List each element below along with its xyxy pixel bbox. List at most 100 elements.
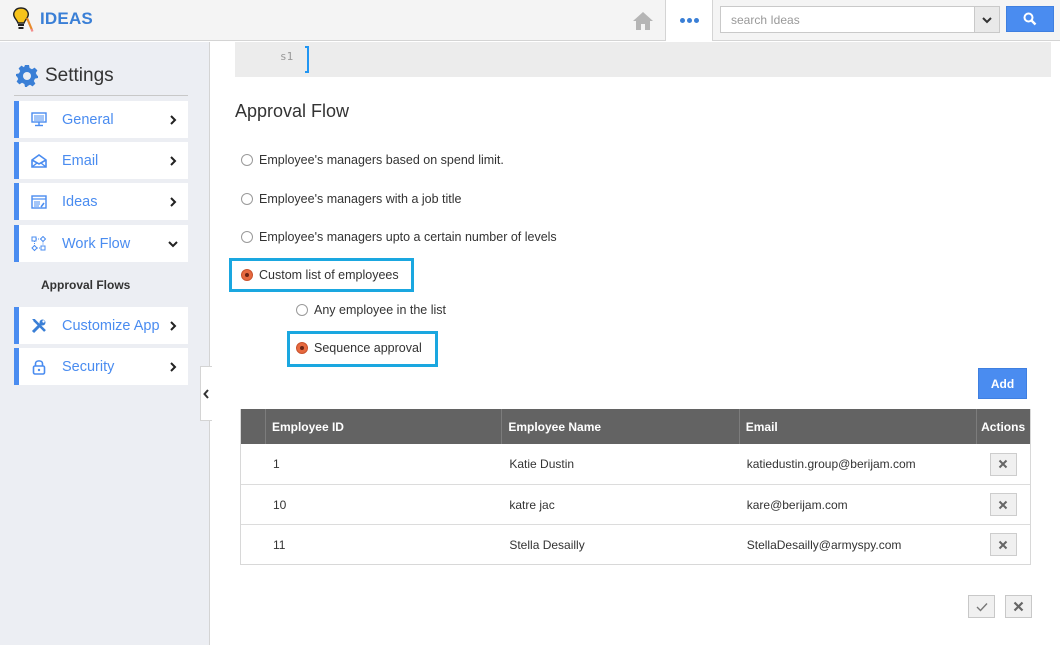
sidebar-item-label: General — [62, 111, 114, 128]
top-bar: IDEAS — [0, 0, 1060, 41]
chevron-down-icon — [166, 240, 180, 248]
sidebar-item-label: Customize App — [62, 317, 160, 334]
table-row: 11 Stella Desailly StellaDesailly@armysp… — [241, 524, 1030, 564]
delete-row-button[interactable] — [989, 452, 1017, 476]
lock-icon — [28, 359, 50, 375]
row-handle — [241, 525, 265, 564]
employee-name: katre jac — [509, 497, 555, 512]
table-header: Employee ID Employee Name Email Actions — [241, 409, 1030, 444]
employee-email: katiedustin.group@berijam.com — [746, 457, 916, 471]
option-label: Sequence approval — [314, 341, 422, 355]
option-label: Any employee in the list — [314, 303, 447, 317]
search-input[interactable] — [721, 7, 975, 32]
employee-id: 10 — [272, 497, 287, 512]
employee-id: 1 — [272, 457, 280, 471]
option-levels[interactable]: Employee's managers upto a certain numbe… — [241, 230, 557, 244]
close-icon — [998, 540, 1008, 549]
actions-cell — [976, 525, 1030, 564]
employee-name: Katie Dustin — [509, 457, 575, 471]
column-header-employee-id[interactable]: Employee ID — [264, 409, 501, 444]
chevron-right-icon — [166, 114, 180, 125]
column-header-handle — [241, 409, 265, 444]
sidebar-collapse-toggle[interactable] — [200, 366, 212, 421]
cancel-button[interactable] — [1005, 595, 1032, 618]
employee-name: Stella Desailly — [509, 537, 585, 552]
app-logo[interactable]: IDEAS — [10, 6, 93, 32]
bracket-marker — [305, 46, 309, 73]
sidebar-item-general[interactable]: General — [14, 101, 188, 138]
delete-row-button[interactable] — [989, 533, 1017, 556]
row-handle — [241, 444, 265, 484]
workflow-icon — [28, 235, 50, 252]
chevron-right-icon — [166, 155, 180, 166]
sidebar: Settings General Email Ideas Work Flow A… — [0, 42, 210, 645]
more-button[interactable] — [665, 0, 713, 41]
sidebar-item-label: Ideas — [62, 193, 98, 210]
radio-button[interactable] — [296, 304, 308, 316]
employee-email: StellaDesailly@armyspy.com — [746, 537, 902, 552]
option-job-title[interactable]: Employee's managers with a job title — [241, 192, 461, 206]
divider — [14, 95, 188, 96]
chevron-left-icon — [203, 388, 209, 399]
row-handle — [241, 485, 265, 524]
window-edit-icon — [28, 194, 50, 209]
option-label: Employee's managers based on spend limit… — [259, 153, 504, 167]
settings-heading: Settings — [15, 64, 114, 88]
gear-icon — [16, 65, 38, 87]
settings-title: Settings — [45, 65, 114, 86]
chevron-right-icon — [166, 196, 180, 207]
sidebar-item-ideas[interactable]: Ideas — [14, 183, 188, 220]
option-label: Employee's managers with a job title — [259, 192, 462, 206]
tools-icon — [28, 318, 50, 334]
radio-button-checked[interactable] — [241, 269, 253, 281]
option-spend-limit[interactable]: Employee's managers based on spend limit… — [241, 153, 504, 167]
table-row: 10 katre jac kare@berijam.com — [241, 484, 1030, 524]
sidebar-item-email[interactable]: Email — [14, 142, 188, 179]
radio-button[interactable] — [241, 231, 253, 243]
radio-button-checked[interactable] — [296, 342, 308, 354]
more-dots-icon — [679, 18, 700, 23]
employee-email: kare@berijam.com — [746, 497, 848, 512]
code-strip: s1 — [235, 42, 1051, 77]
line-number: s1 — [280, 50, 294, 63]
column-header-employee-name[interactable]: Employee Name — [501, 409, 738, 444]
delete-row-button[interactable] — [989, 493, 1017, 516]
check-icon — [976, 602, 988, 612]
sidebar-item-label: Email — [62, 152, 99, 169]
monitor-icon — [28, 112, 50, 127]
sidebar-item-security[interactable]: Security — [14, 348, 188, 385]
column-header-email[interactable]: Email — [738, 409, 976, 444]
employee-table: Employee ID Employee Name Email Actions … — [240, 409, 1031, 565]
search-box — [720, 6, 1000, 33]
employee-id: 11 — [272, 537, 286, 552]
search-scope-dropdown[interactable] — [974, 7, 999, 32]
sidebar-item-label: Work Flow — [62, 235, 131, 252]
table-row: 1 Katie Dustin katiedustin.group@berijam… — [241, 444, 1030, 484]
lightbulb-pencil-icon — [13, 7, 34, 32]
home-icon — [632, 11, 653, 30]
app-name: IDEAS — [40, 9, 93, 28]
sidebar-item-workflow[interactable]: Work Flow — [14, 225, 188, 262]
suboption-sequence-approval[interactable]: Sequence approval — [296, 341, 422, 355]
column-header-actions: Actions — [976, 409, 1030, 444]
sidebar-item-customize-app[interactable]: Customize App — [14, 307, 188, 344]
radio-button[interactable] — [241, 154, 253, 166]
envelope-open-icon — [28, 153, 50, 168]
option-label: Custom list of employees — [259, 268, 399, 282]
close-icon — [998, 500, 1008, 509]
home-button[interactable] — [620, 0, 665, 41]
radio-button[interactable] — [241, 193, 253, 205]
add-employee-button[interactable]: Add — [978, 368, 1027, 399]
close-icon — [998, 459, 1008, 469]
chevron-down-icon — [982, 16, 992, 23]
search-button[interactable] — [1006, 6, 1054, 32]
suboption-any-employee[interactable]: Any employee in the list — [296, 303, 446, 317]
option-custom-list[interactable]: Custom list of employees — [241, 268, 399, 282]
sidebar-item-label: Security — [62, 358, 115, 375]
table-body: 1 Katie Dustin katiedustin.group@berijam… — [241, 444, 1030, 564]
save-button[interactable] — [968, 595, 995, 618]
sidebar-subitem-approval-flows[interactable]: Approval Flows — [41, 278, 130, 292]
actions-cell — [976, 444, 1030, 484]
search-icon — [1023, 12, 1037, 26]
page-title: Approval Flow — [235, 101, 350, 121]
